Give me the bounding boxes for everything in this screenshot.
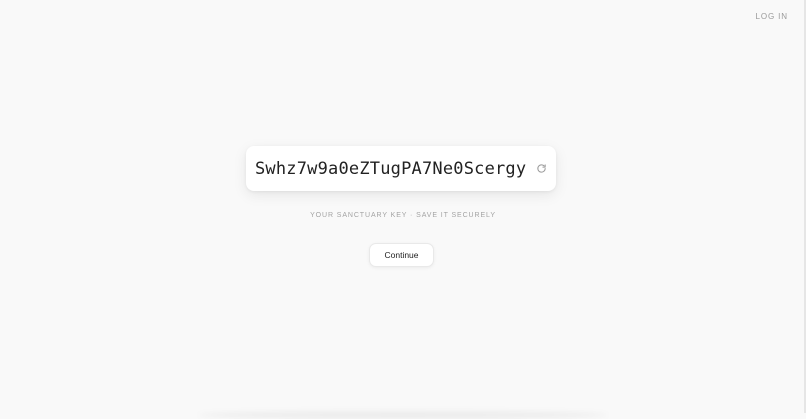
page: LOG IN Swhz7w9a0eZTugPA7Ne0Scergy YOUR S… [0, 0, 806, 419]
key-card: Swhz7w9a0eZTugPA7Ne0Scergy [246, 146, 556, 191]
bottom-panel-shadow [198, 411, 608, 419]
login-link[interactable]: LOG IN [755, 12, 788, 21]
refresh-icon[interactable] [535, 163, 547, 175]
key-caption: YOUR SANCTUARY KEY · SAVE IT SECURELY [310, 212, 496, 219]
sanctuary-key-value: Swhz7w9a0eZTugPA7Ne0Scergy [255, 158, 527, 179]
continue-button[interactable]: Continue [369, 243, 434, 267]
